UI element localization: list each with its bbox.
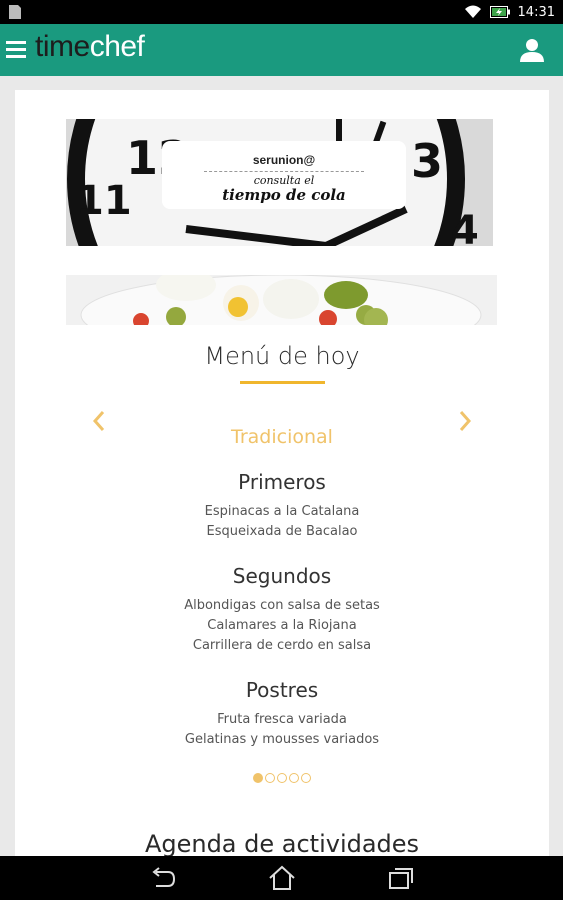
dish-item: Fruta fresca variada [217, 712, 347, 727]
menu-type: Tradicional [231, 426, 333, 448]
dish-item: Carrillera de cerdo en salsa [192, 638, 372, 653]
wifi-icon [464, 5, 481, 18]
hamburger-menu-icon[interactable] [6, 39, 28, 59]
dish-item: Albondigas con salsa de setas [184, 598, 380, 613]
recent-apps-icon[interactable] [386, 864, 416, 892]
logo-time: time [35, 30, 90, 63]
food-image [66, 275, 497, 325]
dish-item: Gelatinas y mousses variados [184, 732, 380, 747]
pager-dots [253, 773, 311, 783]
sim-icon [9, 5, 21, 19]
logo-chef: chef [89, 30, 145, 63]
dish-item: Espinacas a la Catalana [204, 504, 360, 519]
clock: 14:31 [517, 4, 555, 20]
queue-time-banner[interactable]: 12 11 3 4 serunion@ consulta el tiempo d… [66, 119, 493, 246]
banner-divider [204, 171, 364, 172]
banner-card: serunion@ consulta el tiempo de cola [162, 141, 406, 209]
course-primeros: Primeros Espinacas a la Catalana Esqueix… [15, 470, 549, 542]
dish-item: Calamares a la Riojana [207, 618, 357, 633]
banner-line2: tiempo de cola [222, 186, 346, 204]
user-icon[interactable] [519, 37, 545, 63]
course-title: Segundos [232, 564, 332, 588]
svg-text:3: 3 [411, 134, 443, 188]
pager-dot[interactable] [265, 773, 275, 783]
pager-dot[interactable] [277, 773, 287, 783]
banner-brand: serunion@ [252, 153, 316, 167]
pager-dot[interactable] [289, 773, 299, 783]
app-bar: timechef [0, 24, 563, 76]
pager-dot[interactable] [253, 773, 263, 783]
course-segundos: Segundos Albondigas con salsa de setas C… [15, 564, 549, 656]
dish-item: Esqueixada de Bacalao [206, 524, 358, 539]
back-icon[interactable] [148, 864, 178, 892]
menu-title: Menú de hoy [204, 342, 360, 370]
course-postres: Postres Fruta fresca variada Gelatinas y… [15, 678, 549, 750]
status-bar: 14:31 [0, 0, 563, 24]
pager-dot[interactable] [301, 773, 311, 783]
title-underline [240, 381, 325, 384]
course-title: Postres [245, 678, 319, 702]
content-card: 12 11 3 4 serunion@ consulta el tiempo d… [15, 90, 549, 856]
app-logo: timechef [35, 30, 145, 64]
battery-charging-icon [489, 6, 510, 18]
home-icon[interactable] [267, 864, 297, 892]
svg-text:4: 4 [451, 208, 479, 246]
svg-text:11: 11 [76, 178, 132, 224]
course-title: Primeros [238, 470, 326, 494]
agenda-title: Agenda de actividades [144, 830, 420, 856]
system-nav-bar [0, 856, 563, 900]
